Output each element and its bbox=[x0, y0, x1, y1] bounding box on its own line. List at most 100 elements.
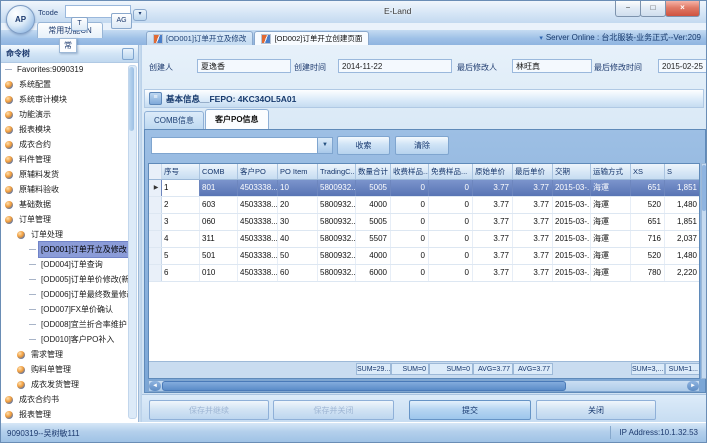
filter-combobox[interactable]: ▼ bbox=[151, 137, 333, 154]
tree-item[interactable]: 购料单管理 bbox=[1, 362, 138, 377]
tree-item[interactable]: 成衣合约书 bbox=[1, 392, 138, 407]
creator-field[interactable] bbox=[197, 59, 291, 73]
column-header[interactable]: TradingC... bbox=[318, 164, 356, 179]
tree-item[interactable]: 系统审计模块 bbox=[1, 92, 138, 107]
tree-item[interactable]: 原辅料验收 bbox=[1, 182, 138, 197]
table-row[interactable]: 60104503338...605800932...6000003.773.77… bbox=[149, 265, 699, 282]
column-header[interactable]: 收费样品... bbox=[391, 164, 429, 179]
scroll-right-icon[interactable]: ► bbox=[687, 381, 699, 391]
tree-connector bbox=[29, 279, 36, 280]
filter-input[interactable] bbox=[152, 138, 323, 153]
tree-item[interactable]: [OD007]FX单价确认 bbox=[1, 302, 138, 317]
ag-button[interactable]: AG bbox=[111, 13, 132, 29]
tree-item[interactable]: [OD004]订单查询 bbox=[1, 257, 138, 272]
modified-field[interactable] bbox=[658, 59, 707, 73]
row-selector[interactable] bbox=[149, 248, 162, 264]
table-row[interactable]: ▶18014503338...105800932...5005003.773.7… bbox=[149, 180, 699, 197]
table-row[interactable]: 30604503338...305800932...5005003.773.77… bbox=[149, 214, 699, 231]
tree-item[interactable]: 料件管理 bbox=[1, 152, 138, 167]
table-cell: 50 bbox=[278, 248, 318, 264]
group-header[interactable]: ≡ 基本信息__FEPO: 4KC34OL5A01 bbox=[144, 89, 704, 108]
panel-pin-icon[interactable] bbox=[122, 48, 134, 60]
tree-item[interactable]: 订单管理 bbox=[1, 212, 138, 227]
created-field[interactable] bbox=[338, 59, 452, 73]
scroll-left-icon[interactable]: ◄ bbox=[149, 381, 161, 391]
footer-button[interactable]: 保存并继续 bbox=[149, 400, 269, 420]
row-selector[interactable] bbox=[149, 197, 162, 213]
tree-item[interactable]: 成衣发货管理 bbox=[1, 377, 138, 392]
doc-tab[interactable]: [OD001]订单开立及修改 bbox=[146, 31, 253, 45]
quick-access-dropdown-icon[interactable]: ▾ bbox=[133, 9, 147, 21]
sidebar-scrollbar[interactable] bbox=[128, 65, 137, 419]
tree-node-icon bbox=[5, 171, 13, 179]
table-cell: 60 bbox=[278, 265, 318, 281]
table-cell: 2015-03-... bbox=[553, 248, 591, 264]
v-scroll-thumb[interactable] bbox=[702, 165, 706, 211]
tree-item[interactable]: [OD008]宜兰折合率维护 bbox=[1, 317, 138, 332]
table-cell: 5005 bbox=[356, 214, 391, 230]
tree-item[interactable]: 报表管理 bbox=[1, 407, 138, 422]
footer-button[interactable]: 关闭 bbox=[536, 400, 656, 420]
column-header[interactable]: XS bbox=[631, 164, 665, 179]
app-menu-orb[interactable]: AP bbox=[6, 5, 35, 34]
modifier-field[interactable] bbox=[512, 59, 592, 73]
column-header[interactable]: 序号 bbox=[162, 164, 200, 179]
column-header[interactable]: 运输方式 bbox=[591, 164, 631, 179]
grid-horizontal-scrollbar[interactable]: ◄ ► bbox=[148, 380, 700, 392]
tree-item-label: [OD008]宜兰折合率维护 bbox=[39, 317, 129, 332]
tree-item[interactable]: 基础数据 bbox=[1, 197, 138, 212]
tree-node-icon bbox=[5, 396, 13, 404]
footer-button[interactable]: 提交 bbox=[409, 400, 531, 420]
collapse-group-icon[interactable]: ≡ bbox=[149, 92, 162, 105]
doc-tab[interactable]: [OD002]订单开立创建页面 bbox=[254, 31, 369, 45]
clear-button[interactable]: 清除 bbox=[395, 136, 449, 155]
grid-vertical-scrollbar[interactable] bbox=[701, 163, 707, 379]
tree-item[interactable]: 功能演示 bbox=[1, 107, 138, 122]
tree-item[interactable]: Favorites:9090319 bbox=[1, 62, 138, 77]
column-header[interactable]: 最后单价 bbox=[513, 164, 553, 179]
search-button[interactable]: 收索 bbox=[337, 136, 390, 155]
column-header[interactable]: 免费样品... bbox=[429, 164, 473, 179]
column-header[interactable]: 数量合计 bbox=[356, 164, 391, 179]
row-selector[interactable] bbox=[149, 231, 162, 247]
table-cell: 4503338... bbox=[238, 197, 278, 213]
tree-item[interactable]: 系统配置 bbox=[1, 77, 138, 92]
tree-item[interactable]: 原辅料发货 bbox=[1, 167, 138, 182]
column-header[interactable] bbox=[149, 164, 162, 179]
inner-tab[interactable]: COMB信息 bbox=[144, 111, 204, 129]
tree-item[interactable]: [OD001]订单开立及修改 bbox=[1, 242, 138, 257]
column-header[interactable]: PO Item bbox=[278, 164, 318, 179]
column-header[interactable]: 客户PO bbox=[238, 164, 278, 179]
column-header[interactable]: 交期 bbox=[553, 164, 591, 179]
minimize-button[interactable]: − bbox=[615, 1, 641, 17]
ribbon-tab-common[interactable]: 常用功能CN bbox=[37, 22, 103, 38]
table-cell: 5800932... bbox=[318, 231, 356, 247]
column-header[interactable]: 原始单价 bbox=[473, 164, 513, 179]
tree-item[interactable]: 需求管理 bbox=[1, 347, 138, 362]
row-selector[interactable]: ▶ bbox=[149, 180, 162, 196]
t-button[interactable]: T bbox=[71, 17, 88, 31]
table-row[interactable]: 26034503338...205800932...4000003.773.77… bbox=[149, 197, 699, 214]
table-row[interactable]: 43114503338...405800932...5507003.773.77… bbox=[149, 231, 699, 248]
row-selector[interactable] bbox=[149, 214, 162, 230]
maximize-button[interactable]: □ bbox=[640, 1, 666, 17]
table-row[interactable]: 55014503338...505800932...4000003.773.77… bbox=[149, 248, 699, 265]
column-header[interactable]: S bbox=[665, 164, 700, 179]
tree-item[interactable]: [OD010]客户PO补入 bbox=[1, 332, 138, 347]
combo-dropdown-icon[interactable]: ▼ bbox=[317, 138, 332, 153]
row-selector[interactable] bbox=[149, 265, 162, 281]
close-button[interactable]: × bbox=[665, 1, 700, 17]
h-scroll-thumb[interactable] bbox=[162, 381, 566, 391]
table-cell: 4000 bbox=[356, 197, 391, 213]
table-cell: 5800932... bbox=[318, 265, 356, 281]
tree-item[interactable]: 成衣合约 bbox=[1, 137, 138, 152]
tree-item[interactable]: [OD005]订单单价修改(新) bbox=[1, 272, 138, 287]
column-header[interactable]: COMB bbox=[200, 164, 238, 179]
table-cell: 3.77 bbox=[513, 214, 553, 230]
tree-item[interactable]: [OD006]订单最终数量修改 bbox=[1, 287, 138, 302]
tree-item[interactable]: 报表模块 bbox=[1, 122, 138, 137]
footer-button[interactable]: 保存并关闭 bbox=[273, 400, 394, 420]
tree-item[interactable]: 订单处理 bbox=[1, 227, 138, 242]
sidebar-scroll-thumb[interactable] bbox=[129, 67, 134, 131]
inner-tab[interactable]: 客户PO信息 bbox=[205, 109, 269, 129]
